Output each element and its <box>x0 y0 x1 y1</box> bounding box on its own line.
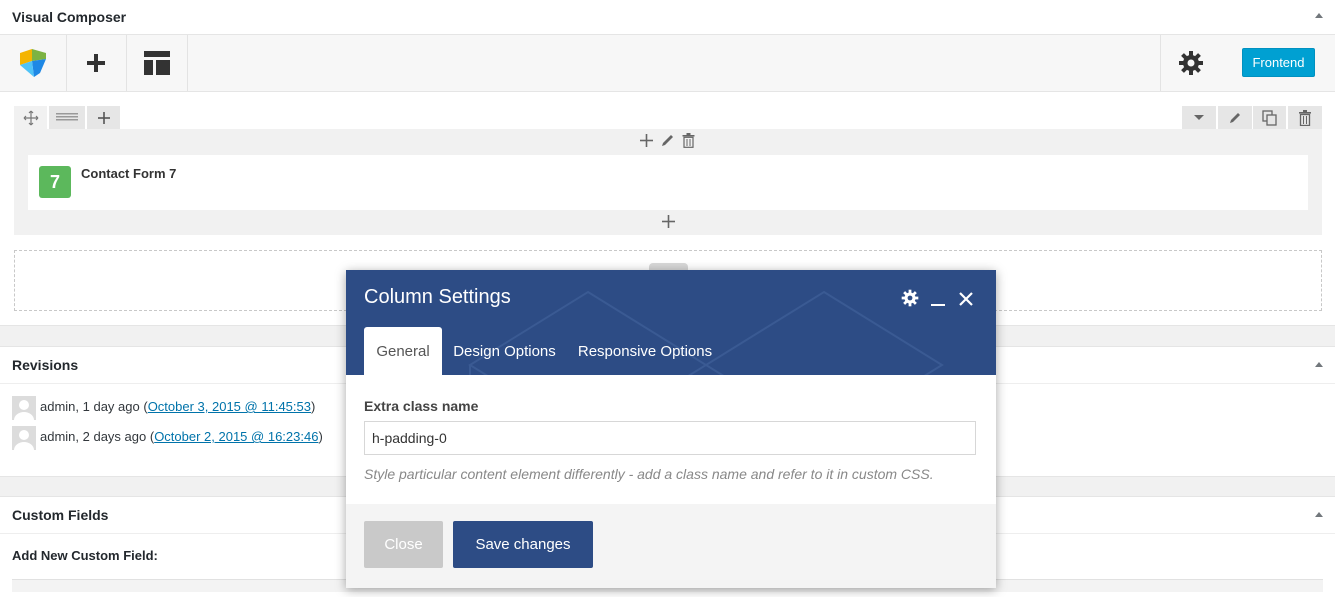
clone-icon <box>1261 109 1277 126</box>
tab-design-options[interactable]: Design Options <box>446 327 563 375</box>
avatar <box>12 426 36 450</box>
templates-icon <box>143 51 170 75</box>
modal-header: Column Settings General Design Options R… <box>346 270 996 375</box>
templates-button[interactable] <box>126 35 188 91</box>
avatar <box>12 396 36 420</box>
revision-author: admin, 2 days ago ( <box>40 429 155 444</box>
save-changes-button[interactable]: Save changes <box>453 521 593 568</box>
collapse-arrow-icon[interactable] <box>1315 362 1323 367</box>
collapse-arrow-icon[interactable] <box>1315 512 1323 517</box>
vc-logo-cell[interactable] <box>0 35 67 91</box>
extra-class-input[interactable]: h-padding-0 <box>364 421 976 455</box>
vc-panel-title: Visual Composer <box>12 9 127 25</box>
revision-item: admin, 1 day ago (October 3, 2015 @ 11:4… <box>40 399 315 414</box>
revision-link[interactable]: October 3, 2015 @ 11:45:53 <box>148 399 311 414</box>
user-avatar-icon <box>14 430 34 450</box>
tab-general[interactable]: General <box>364 327 442 375</box>
tab-responsive-options[interactable]: Responsive Options <box>570 327 720 375</box>
user-avatar-icon <box>14 400 34 420</box>
row-layout-button[interactable] <box>49 106 85 129</box>
add-element-button[interactable] <box>66 35 127 91</box>
column-settings-modal: Column Settings General Design Options R… <box>346 270 996 588</box>
column-delete-trash-icon[interactable] <box>682 133 695 148</box>
modal-title: Column Settings <box>364 286 511 308</box>
trash-icon <box>1299 109 1311 126</box>
frontend-button[interactable]: Frontend <box>1242 48 1315 77</box>
move-icon <box>23 110 38 125</box>
close-icon[interactable] <box>959 292 973 306</box>
revision-suffix: ) <box>310 399 316 414</box>
element-name: Contact Form 7 <box>81 166 177 181</box>
vc-toolbar <box>0 34 1335 92</box>
contact-form-7-icon: 7 <box>39 166 71 198</box>
revision-link[interactable]: October 2, 2015 @ 16:23:46 <box>154 429 318 444</box>
modal-footer: Close Save changes <box>346 504 996 588</box>
add-element-plus-icon[interactable] <box>662 215 675 228</box>
plus-icon <box>97 111 110 124</box>
revision-author: admin, 1 day ago ( <box>40 399 148 414</box>
layout-icon <box>56 112 78 120</box>
row-delete-button[interactable] <box>1288 106 1322 129</box>
add-custom-field-label: Add New Custom Field: <box>12 548 158 563</box>
settings-button[interactable] <box>1160 35 1220 91</box>
row-toggle-button[interactable] <box>1182 106 1216 129</box>
row-move-handle[interactable] <box>14 106 47 129</box>
add-column-button[interactable] <box>87 106 120 129</box>
revisions-title: Revisions <box>12 357 79 373</box>
gear-icon[interactable] <box>901 289 919 307</box>
extra-class-label: Extra class name <box>364 398 479 414</box>
pencil-icon <box>1230 112 1240 123</box>
extra-class-help-text: Style particular content element differe… <box>364 466 934 482</box>
contact-form-element[interactable] <box>28 155 1308 210</box>
gear-icon <box>1178 51 1203 75</box>
chevron-down-icon <box>1194 115 1204 120</box>
custom-fields-title: Custom Fields <box>12 507 109 523</box>
collapse-arrow-icon[interactable] <box>1315 13 1323 18</box>
revision-suffix: ) <box>318 429 323 444</box>
plus-icon <box>87 54 105 72</box>
vc-logo-icon <box>20 49 46 77</box>
revision-item: admin, 2 days ago (October 2, 2015 @ 16:… <box>40 429 323 444</box>
close-button[interactable]: Close <box>364 521 443 568</box>
row-clone-button[interactable] <box>1253 106 1286 129</box>
minimize-icon[interactable] <box>931 304 945 306</box>
column-add-icon[interactable] <box>640 134 653 147</box>
row-edit-button[interactable] <box>1218 106 1252 129</box>
column-edit-pencil-icon[interactable] <box>660 133 675 148</box>
